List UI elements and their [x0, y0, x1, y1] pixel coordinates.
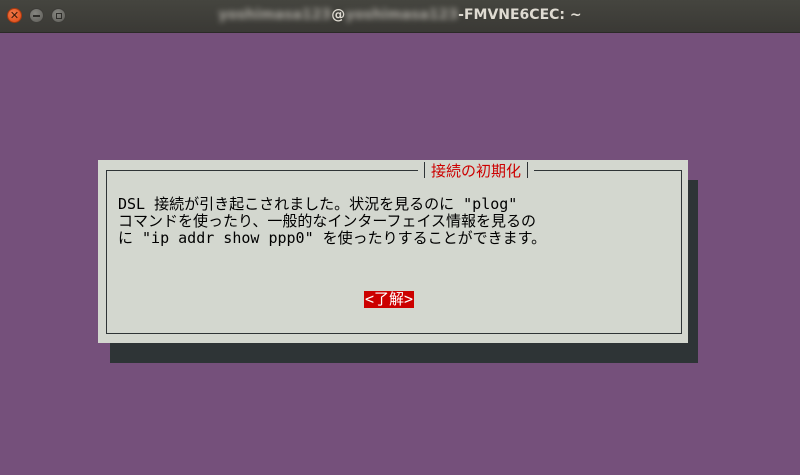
- message-line: コマンドを使ったり、一般的なインターフェイス情報を見るの: [118, 212, 537, 230]
- title-at: @: [331, 7, 346, 23]
- title-bar[interactable]: ✕ yoshimasa123@yoshimasa123-FMVNE6CEC: ~: [0, 0, 800, 33]
- window-title: yoshimasa123@yoshimasa123-FMVNE6CEC: ~: [0, 7, 800, 23]
- dialog-title-text: 接続の初期化: [431, 161, 522, 180]
- info-dialog: 接続の初期化 DSL 接続が引き起こされました。状況を見るのに "plog" コ…: [98, 160, 688, 343]
- title-username: yoshimasa123: [218, 7, 332, 23]
- message-line: DSL 接続が引き起こされました。状況を見るのに "plog": [118, 195, 518, 213]
- dialog-title: 接続の初期化: [418, 160, 535, 180]
- message-line: に "ip addr show ppp0" を使ったりすることができます。: [118, 229, 547, 247]
- terminal-window: ✕ yoshimasa123@yoshimasa123-FMVNE6CEC: ~…: [0, 0, 800, 475]
- title-suffix: -FMVNE6CEC: ~: [458, 7, 582, 23]
- ok-button[interactable]: <了解>: [364, 291, 415, 308]
- dialog-message: DSL 接続が引き起こされました。状況を見るのに "plog" コマンドを使った…: [118, 196, 678, 247]
- title-hostname: yoshimasa123: [345, 7, 459, 23]
